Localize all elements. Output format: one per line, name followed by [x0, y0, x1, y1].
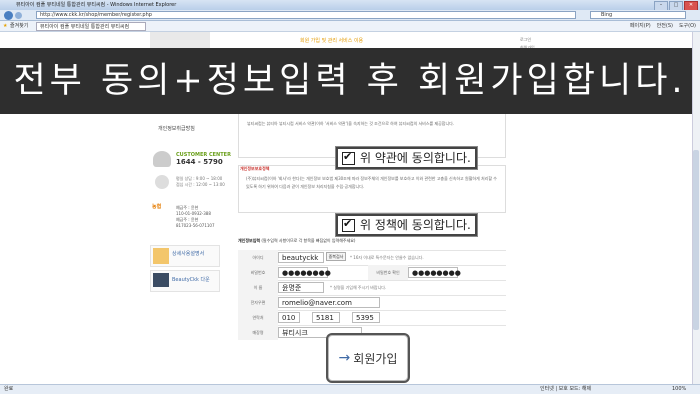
nav-login[interactable]: 로그인 — [520, 36, 560, 44]
header-banner: 회원 가입 및 관리 서비스 이용 — [300, 38, 364, 44]
address-input[interactable]: http://www.ckk.kr/shop/member/register.p… — [36, 11, 576, 19]
name-label: 이 름 — [238, 280, 278, 295]
cs-hours: 평일 상담 : 9:00 ~ 18:00 점심 시간 : 12:00 ~ 13:… — [176, 176, 225, 188]
address-bar-row: http://www.ckk.kr/shop/member/register.p… — [0, 10, 700, 21]
zoom-level[interactable]: 100% — [672, 385, 686, 394]
favorites-bar: ★ 즐겨찾기 뷰티아이 컴플 뷰티네일 통합관리 뷰티씨컴 페이지(P) 안전(… — [0, 21, 700, 32]
bank-logo: 농협 — [152, 204, 162, 210]
id-label: 아이디 — [238, 250, 278, 265]
agree-terms-callout[interactable]: 위 약관에 동의합니다. — [336, 147, 477, 169]
phone-input-2[interactable]: 5181 — [312, 312, 340, 323]
download-card-label: BeautyCkk 다운 — [172, 277, 210, 283]
window-title: 뷰티아이 컴플 뷰티네일 통합관리 뷰티씨컴 - Windows Interne… — [16, 2, 177, 8]
bank-info: 예금주 : 윤현 110-01-0932-388 예금주 : 윤현 817023… — [176, 205, 215, 229]
form-title: 개인정보입력 (필수입력 사항이므로 각 항목을 빠짐없이 입력해주세요) — [238, 238, 356, 244]
password-confirm-input[interactable]: ●●●●●●●● — [408, 267, 461, 278]
toolbar-safety[interactable]: 안전(S) — [657, 21, 673, 32]
agree-privacy-callout[interactable]: 위 정책에 동의합니다. — [336, 214, 477, 236]
id-hint: * 16자 이내로 특수문자는 안쓸수 없습니다. — [350, 255, 424, 260]
id-check-button[interactable]: 중복검사 — [326, 252, 346, 261]
password-label: 비밀번호 — [238, 265, 278, 280]
status-bar: 완료 인터넷 | 보호 모드: 해제 100% — [0, 384, 700, 394]
name-input[interactable]: 윤명준 — [278, 282, 324, 293]
phone-icon — [153, 151, 171, 167]
sidebar-item-privacy[interactable]: 개인정보취급방침 — [150, 125, 220, 133]
form-section-hint: (필수입력 사항이므로 각 항목을 빠짐없이 입력해주세요) — [261, 238, 356, 243]
password-input[interactable]: ●●●●●●●● — [278, 267, 331, 278]
email-label: 전자우편 — [238, 295, 278, 310]
browser-tab[interactable]: 뷰티아이 컴플 뷰티네일 통합관리 뷰티씨컴 — [36, 22, 146, 31]
email-input[interactable]: romelio@naver.com — [278, 297, 380, 308]
agree-terms-label: 위 약관에 동의합니다. — [360, 151, 471, 165]
terms-text: 뷰티씨컴는 뷰티아 뷰티시컴 서비스 약관(이하 '서비스 약관')을 숙지하는… — [247, 121, 455, 126]
id-input[interactable]: beautyckk — [278, 252, 324, 263]
join-button-label: 회원가입 — [353, 351, 398, 366]
bank-account-2: 817023-56-071107 — [176, 223, 215, 228]
name-hint: * 실명을 기입해 주시기 바랍니다. — [330, 285, 387, 290]
agree-privacy-checkbox[interactable] — [342, 215, 355, 233]
phone-input-3[interactable]: 5395 — [352, 312, 380, 323]
status-zone: 인터넷 | 보호 모드: 해제 — [540, 386, 592, 392]
privacy-text: (주)뷰티씨컴(이하 '회사'라 한다)는 개인정보 보호법 제30조에 따라 … — [246, 176, 497, 189]
toolbar-page[interactable]: 페이지(P) — [630, 21, 651, 32]
site-logo[interactable] — [150, 32, 210, 48]
search-input[interactable]: Bing — [590, 11, 686, 19]
toolbar-tools[interactable]: 도구(O) — [679, 21, 696, 32]
password-confirm-label: 비밀번호 확인 — [368, 265, 408, 280]
forward-icon[interactable] — [15, 12, 22, 19]
command-bar: 페이지(P) 안전(S) 도구(O) — [630, 21, 696, 32]
privacy-title: 개인정보보호정책 — [240, 166, 270, 171]
hours-lunch: 점심 시간 : 12:00 ~ 13:00 — [176, 182, 225, 187]
favorites-star-icon[interactable]: ★ — [3, 21, 7, 32]
status-left: 완료 — [4, 386, 14, 392]
phone-input-1[interactable]: 010 — [278, 312, 300, 323]
scrollbar-thumb[interactable] — [693, 150, 699, 330]
arrow-right-icon: → — [338, 350, 351, 366]
cs-phone: 1644 - 5790 — [176, 158, 223, 166]
window-controls: – □ ✕ — [654, 1, 698, 11]
tutorial-headline: 전부 동의+정보입력 후 회원가입합니다. — [13, 61, 687, 101]
back-icon[interactable] — [4, 11, 13, 20]
manual-card-label: 상세사용설명서 — [172, 251, 205, 257]
manual-book-icon — [153, 248, 169, 264]
phone-label: 연락처 — [238, 310, 278, 325]
form-section-title: 개인정보입력 — [238, 238, 261, 243]
favorites-label[interactable]: 즐겨찾기 — [10, 21, 28, 32]
window-titlebar: 뷰티아이 컴플 뷰티네일 통합관리 뷰티씨컴 - Windows Interne… — [0, 0, 700, 10]
clock-icon — [155, 175, 169, 189]
laptop-icon — [153, 273, 169, 287]
shop-label: 매장명 — [238, 325, 278, 340]
join-button[interactable]: → 회원가입 — [328, 335, 408, 381]
agree-privacy-label: 위 정책에 동의합니다. — [360, 218, 471, 232]
agree-terms-checkbox[interactable] — [342, 148, 355, 166]
sidebar-item-label: 개인정보취급방침 — [158, 126, 195, 132]
